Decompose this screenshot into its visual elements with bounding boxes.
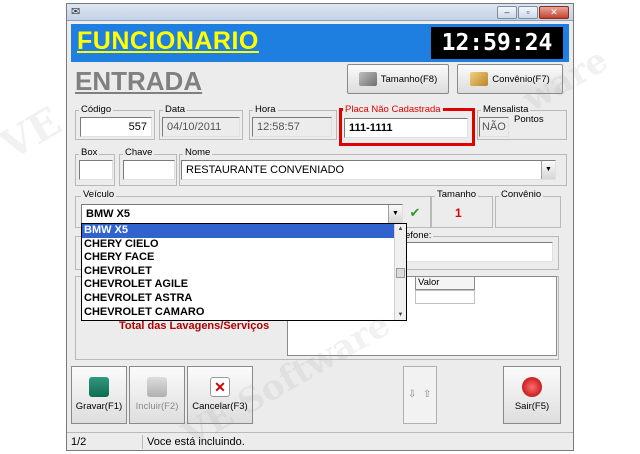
save-icon <box>89 377 109 397</box>
data-label: Data <box>163 104 188 115</box>
valor-column-header[interactable]: Valor <box>415 276 475 290</box>
placa-field[interactable]: 111-1111 <box>344 118 468 138</box>
main-window: ✉ – ▫ ✕ FUNCIONARIO 12:59:24 ENTRADA Tam… <box>66 3 574 451</box>
veiculo-option[interactable]: CHEVROLET CAMARO <box>82 306 406 320</box>
car-wash-icon <box>358 72 377 86</box>
cancelar-button[interactable]: ✕ Cancelar(F3) <box>187 366 253 424</box>
veiculo-label: Veículo <box>81 189 117 200</box>
veiculo-combo[interactable]: BMW X5 ▼ <box>81 204 403 224</box>
nome-combo[interactable]: RESTAURANTE CONVENIADO ▼ <box>181 160 556 180</box>
sair-label: Sair(F5) <box>514 401 550 412</box>
close-button[interactable]: ✕ <box>539 6 569 19</box>
veiculo-option[interactable]: CHERY FACE <box>82 251 406 265</box>
arrow-down-icon[interactable]: ⇩ <box>408 389 416 400</box>
total-services-label: Total das Lavagens/Serviços <box>119 320 270 332</box>
watermark: VE <box>0 97 70 170</box>
convenio-button[interactable]: Convênio(F7) <box>457 64 563 94</box>
codigo-label: Código <box>79 104 114 115</box>
chave-label: Chave <box>123 147 155 158</box>
nome-label: Nome <box>183 147 213 158</box>
arrow-up-icon[interactable]: ⇧ <box>423 389 431 400</box>
mensalista-field[interactable]: NÃO <box>479 117 509 137</box>
title-bar[interactable]: ✉ – ▫ ✕ <box>67 4 573 21</box>
app-title: FUNCIONARIO <box>77 27 259 55</box>
tamanho-value: 1 <box>455 206 462 220</box>
section-title: ENTRADA <box>75 66 203 96</box>
scroll-down-icon[interactable]: ▼ <box>395 310 406 320</box>
add-icon <box>147 377 167 397</box>
clock-display: 12:59:24 <box>431 27 563 59</box>
status-page: 1/2 <box>67 435 143 449</box>
data-field[interactable]: 04/10/2011 <box>162 117 240 137</box>
app-icon[interactable]: ✉ <box>71 6 83 18</box>
veiculo-dropdown-arrow[interactable]: ▼ <box>388 205 402 223</box>
status-bar: 1/2 Voce está incluindo. <box>67 432 573 450</box>
veiculo-value: BMW X5 <box>86 208 130 220</box>
header-banner: FUNCIONARIO 12:59:24 <box>71 24 569 62</box>
veiculo-option[interactable]: BMW X5 <box>82 224 406 238</box>
gravar-button[interactable]: Gravar(F1) <box>71 366 127 424</box>
hora-field[interactable]: 12:58:57 <box>252 117 332 137</box>
maximize-button[interactable]: ▫ <box>518 6 538 19</box>
card-icon <box>470 72 489 86</box>
dropdown-scrollbar[interactable]: ▲ ▼ <box>394 224 406 320</box>
tamanho-button-label: Tamanho(F8) <box>380 73 438 85</box>
codigo-field[interactable]: 557 <box>80 117 152 137</box>
nome-value: RESTAURANTE CONVENIADO <box>186 164 345 176</box>
status-message: Voce está incluindo. <box>147 436 245 448</box>
tamanho-label: Tamanho <box>435 189 479 200</box>
chave-field[interactable] <box>123 160 175 180</box>
box-field[interactable] <box>79 160 113 180</box>
checkmark-icon[interactable]: ✔ <box>407 205 423 221</box>
sair-button[interactable]: Sair(F5) <box>503 366 561 424</box>
convenio-group <box>495 196 561 228</box>
services-row <box>415 290 475 304</box>
cancelar-label: Cancelar(F3) <box>192 401 248 412</box>
scroll-up-icon[interactable]: ▲ <box>395 224 406 234</box>
minimize-button[interactable]: – <box>497 6 517 19</box>
telefone-label: efone: <box>403 230 434 241</box>
convenio-label: Convênio <box>499 189 544 200</box>
scroll-thumb[interactable] <box>396 268 405 278</box>
convenio-button-label: Convênio(F7) <box>492 73 550 85</box>
tamanho-group <box>431 196 493 228</box>
hora-label: Hora <box>253 104 278 115</box>
veiculo-option[interactable]: CHEVROLET ASTRA <box>82 292 406 306</box>
veiculo-option[interactable]: CHERY CIELO <box>82 238 406 252</box>
tamanho-button[interactable]: Tamanho(F8) <box>347 64 449 94</box>
gravar-label: Gravar(F1) <box>75 401 123 412</box>
nav-arrows: ⇩ ⇧ <box>403 366 437 424</box>
veiculo-option[interactable]: CHEVROLET AGILE <box>82 278 406 292</box>
telefone-field[interactable] <box>403 242 553 262</box>
incluir-label: Incluir(F2) <box>135 401 179 412</box>
veiculo-option[interactable]: CHEVROLET <box>82 265 406 279</box>
cancel-icon: ✕ <box>210 377 230 397</box>
exit-icon <box>522 377 542 397</box>
pontos-label: Pontos <box>514 114 544 125</box>
nome-dropdown-arrow[interactable]: ▼ <box>541 161 555 179</box>
placa-label: Placa Não Cadastrada <box>343 104 443 115</box>
veiculo-dropdown-list[interactable]: BMW X5 CHERY CIELO CHERY FACE CHEVROLET … <box>81 223 407 321</box>
box-label: Box <box>79 147 100 158</box>
incluir-button[interactable]: Incluir(F2) <box>129 366 185 424</box>
